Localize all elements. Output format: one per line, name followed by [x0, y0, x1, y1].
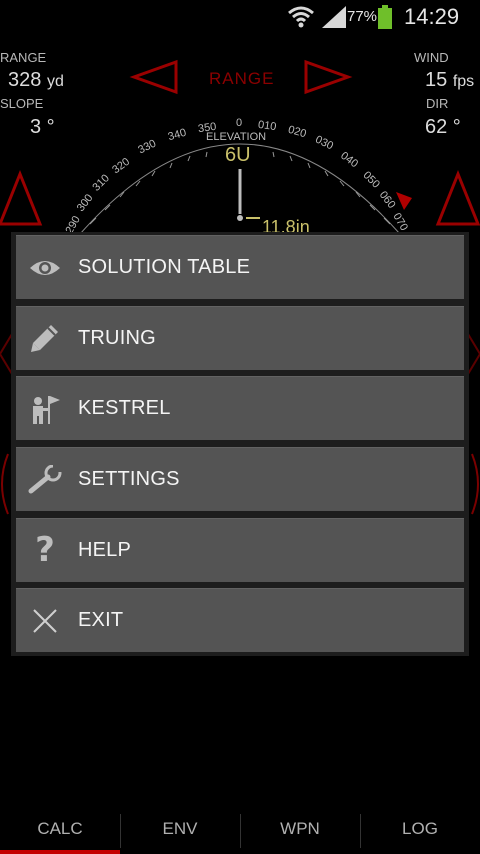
menu-item-label: SOLUTION TABLE: [78, 256, 251, 278]
menu-item-solution-table[interactable]: SOLUTION TABLE: [16, 235, 464, 299]
menu-item-label: EXIT: [78, 609, 124, 632]
options-menu: SOLUTION TABLE TRUING KESTREL SETTINGS ?…: [11, 232, 469, 656]
menu-item-label: HELP: [78, 538, 132, 561]
menu-item-help[interactable]: ? HELP: [16, 517, 464, 582]
battery-icon: [378, 5, 392, 29]
dial-tick: 070: [390, 211, 410, 233]
pencil-icon: [16, 306, 74, 370]
menu-item-truing[interactable]: TRUING: [16, 305, 464, 370]
tab-log[interactable]: LOG: [360, 804, 480, 854]
dial-tick: 350: [197, 120, 218, 136]
wrench-icon: [16, 448, 74, 512]
dial-tick: 020: [286, 123, 308, 141]
menu-item-kestrel[interactable]: KESTREL: [16, 376, 464, 441]
dial-tick: 320: [110, 155, 133, 177]
eye-icon: [16, 236, 74, 300]
dial-tick: 030: [313, 133, 336, 153]
menu-item-label: SETTINGS: [78, 468, 180, 491]
close-icon: [16, 589, 74, 653]
status-bar: 77% 14:29: [0, 0, 480, 34]
menu-item-label: TRUING: [78, 326, 156, 349]
dial-tick-labels: 290 300 310 320 330 340 350 0 010 020 03…: [0, 34, 480, 236]
dial-tick: 340: [166, 126, 188, 144]
dial-tick: 0: [236, 117, 243, 129]
question-icon: ?: [35, 530, 55, 571]
dial-tick: 050: [360, 169, 382, 191]
dial-tick: 300: [74, 192, 96, 214]
wifi-icon: [288, 6, 314, 28]
dial-tick: 060: [376, 189, 398, 211]
menu-item-exit[interactable]: EXIT: [16, 588, 464, 653]
person-flag-icon: [16, 377, 74, 441]
dial-tick: 330: [136, 137, 159, 157]
bottom-tab-bar: CALC ENV WPN LOG: [0, 804, 480, 854]
signal-icon: [322, 6, 346, 28]
dial-tick: 310: [90, 172, 112, 194]
dial-tick: 040: [338, 149, 361, 171]
dial-tick: 010: [257, 118, 278, 134]
clock: 14:29: [404, 4, 460, 29]
tab-env[interactable]: ENV: [120, 804, 240, 854]
tab-wpn[interactable]: WPN: [240, 804, 360, 854]
battery-percent: 77%: [347, 8, 378, 25]
tab-calc[interactable]: CALC: [0, 804, 120, 854]
menu-item-settings[interactable]: SETTINGS: [16, 447, 464, 512]
menu-item-label: KESTREL: [78, 397, 171, 420]
